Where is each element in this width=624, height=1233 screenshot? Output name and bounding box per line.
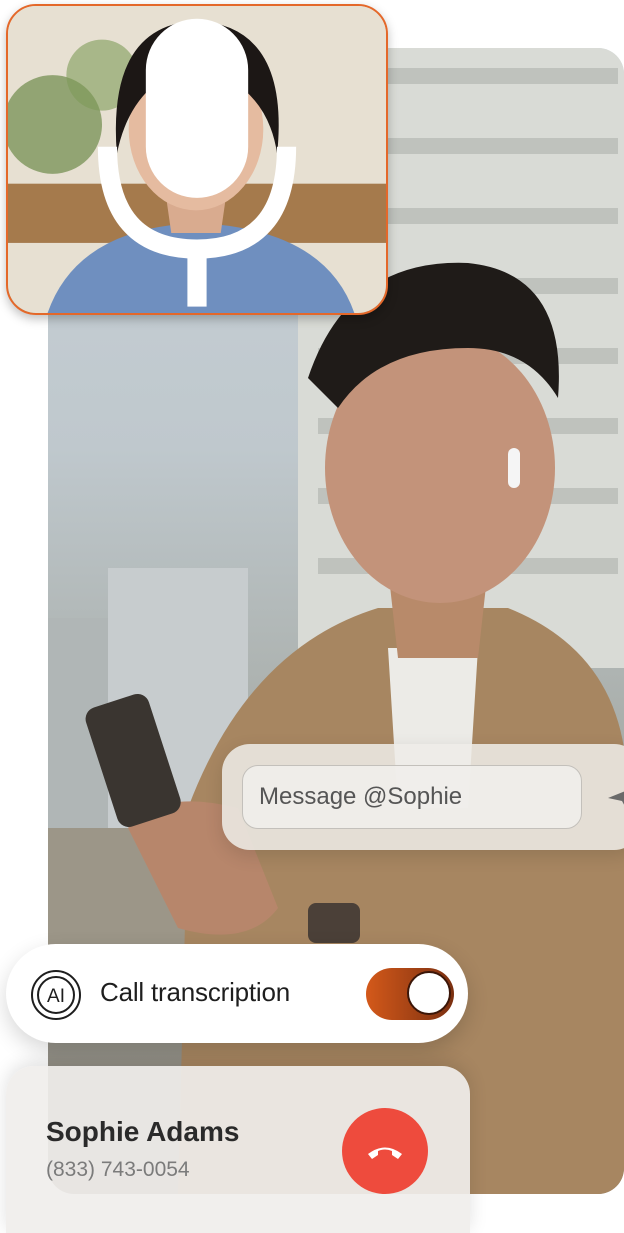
self-view-video[interactable]: [6, 4, 388, 315]
message-placeholder: Message @Sophie: [259, 783, 463, 810]
call-card: Sophie Adams (833) 743-0054: [6, 1066, 470, 1233]
ai-icon: AI: [31, 970, 81, 1020]
message-input[interactable]: Message @Sophie: [242, 765, 582, 829]
microphone-icon[interactable]: [8, 6, 386, 313]
call-transcription-row: AI Call transcription: [6, 944, 468, 1043]
call-transcription-toggle[interactable]: [366, 968, 454, 1020]
message-bar: Message @Sophie: [222, 744, 624, 850]
contact-phone: (833) 743-0054: [46, 1158, 190, 1181]
phone-hangup-icon: [368, 1147, 402, 1159]
call-transcription-label: Call transcription: [100, 977, 291, 1007]
send-icon[interactable]: [606, 784, 624, 814]
toggle-knob: [407, 971, 451, 1015]
hangup-button[interactable]: [342, 1108, 428, 1194]
ai-badge-text: AI: [47, 986, 65, 1007]
contact-name: Sophie Adams: [46, 1116, 240, 1147]
